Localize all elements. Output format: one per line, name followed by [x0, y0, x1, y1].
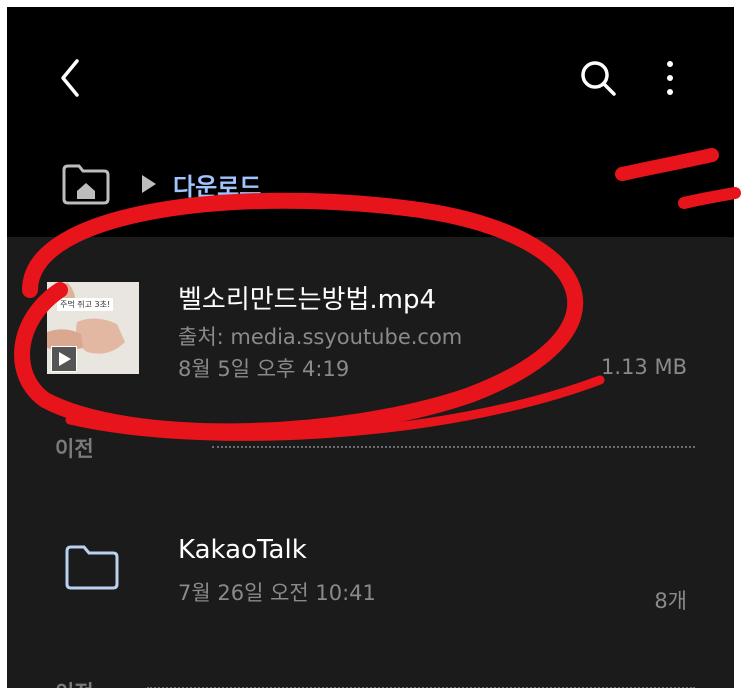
section-divider: [212, 446, 695, 448]
file-list: 주먹 쥐고 3초! 벨소리만드는방법.mp4 출처: media.ssyoutu…: [7, 237, 734, 688]
app-frame: 다운로드 주먹 쥐고 3초! 벨소리만드는방법.mp4 출처: media.ss…: [7, 7, 734, 688]
thumbnail-caption: 주먹 쥐고 3초!: [57, 298, 114, 311]
chevron-left-icon: [61, 59, 79, 97]
list-item-folder[interactable]: KakaoTalk 7월 26일 오전 10:41 8개: [7, 505, 734, 613]
search-button[interactable]: [575, 55, 621, 101]
file-size: 1.13 MB: [601, 355, 687, 379]
current-folder-label[interactable]: 다운로드: [173, 167, 261, 202]
list-item-file[interactable]: 주먹 쥐고 3초! 벨소리만드는방법.mp4 출처: media.ssyoutu…: [7, 237, 734, 397]
folder-name: KakaoTalk: [178, 535, 307, 565]
triangle-right-icon: [142, 175, 156, 193]
section-header-previous: 이전: [55, 677, 94, 688]
file-date: 8월 5일 오후 4:19: [178, 357, 350, 381]
folder-icon: [65, 545, 119, 590]
file-source: 출처: media.ssyoutube.com: [178, 325, 463, 349]
section-header-earlier: 이전 알: [55, 437, 94, 461]
folder-home-icon: [62, 164, 110, 205]
header-area: 다운로드: [7, 7, 734, 237]
play-icon: [51, 346, 77, 372]
more-options-button[interactable]: [647, 55, 693, 101]
search-icon: [581, 61, 616, 96]
folder-item-count: 8개: [654, 589, 687, 613]
video-thumbnail: 주먹 쥐고 3초!: [47, 282, 139, 374]
folder-date: 7월 26일 오전 10:41: [178, 581, 376, 605]
home-button[interactable]: [61, 161, 111, 207]
more-vertical-icon: [667, 61, 673, 95]
back-button[interactable]: [51, 55, 97, 101]
breadcrumb: 다운로드: [61, 159, 261, 209]
file-name: 벨소리만드는방법.mp4: [178, 285, 436, 315]
